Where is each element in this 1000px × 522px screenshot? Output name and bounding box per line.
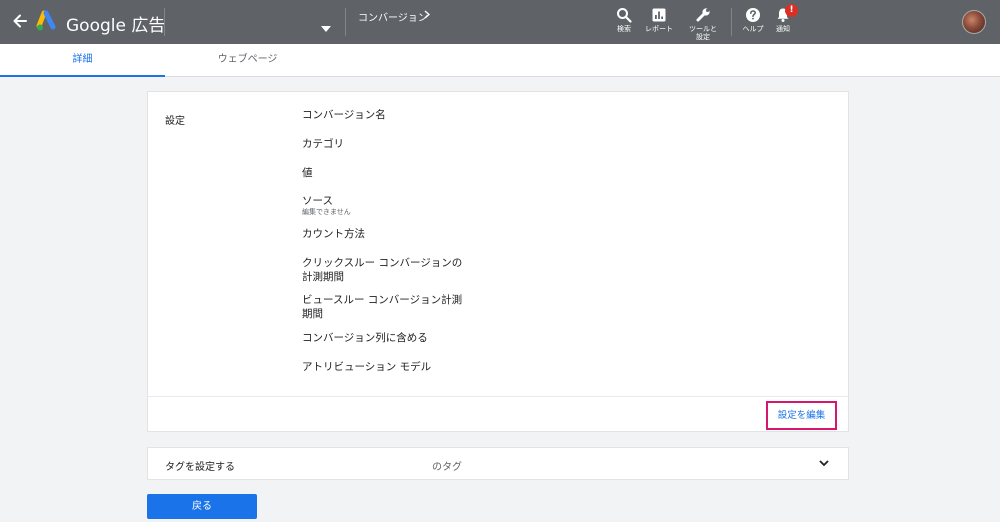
search-icon — [617, 8, 632, 23]
field-include-in-conversions: コンバージョン列に含める — [302, 331, 502, 345]
field-attribution-model: アトリビューション モデル — [302, 360, 502, 374]
report-label: レポート — [645, 25, 673, 33]
field-label: コンバージョン名 — [302, 109, 386, 121]
tab-webpage[interactable]: ウェブページ — [165, 44, 330, 77]
breadcrumb[interactable]: コンバージョン — [358, 9, 428, 24]
field-label: アトリビューション モデル — [302, 361, 432, 373]
report-button[interactable]: レポート — [637, 7, 681, 33]
back-button[interactable]: 戻る — [147, 494, 257, 519]
tools-label-line1: ツールと — [689, 25, 717, 33]
settings-card: 設定 コンバージョン名 カテゴリ 値 ソース 編集できません カウント方法 クリ… — [147, 91, 849, 432]
report-chart-icon — [652, 8, 666, 22]
chevron-down-icon[interactable] — [819, 460, 829, 467]
tools-label-line2: 設定 — [696, 33, 710, 41]
notifications-button[interactable]: ! 通知 — [761, 4, 805, 33]
field-label: ビュースルー コンバージョン計測期間 — [302, 294, 463, 320]
field-category: カテゴリ — [302, 137, 502, 151]
tag-setup-section[interactable]: タグを設定する のタグ — [147, 447, 849, 480]
divider — [164, 8, 165, 36]
field-label: 値 — [302, 167, 313, 179]
tab-bar: 詳細 ウェブページ — [0, 44, 1000, 77]
tag-setup-subtitle: のタグ — [432, 462, 462, 473]
account-dropdown-caret-icon[interactable] — [321, 26, 331, 32]
field-note: 編集できません — [302, 208, 351, 216]
google-ads-logo-icon[interactable] — [36, 10, 60, 32]
field-label: カテゴリ — [302, 138, 344, 150]
notification-badge: ! — [785, 4, 798, 17]
divider — [345, 8, 346, 36]
field-conversion-name: コンバージョン名 — [302, 108, 502, 122]
wrench-icon — [696, 8, 710, 22]
field-value: 値 — [302, 166, 502, 180]
field-label: カウント方法 — [302, 228, 365, 240]
settings-section-label: 設定 — [165, 116, 185, 127]
avatar[interactable] — [962, 10, 986, 34]
tab-details[interactable]: 詳細 — [0, 44, 165, 77]
brand-title[interactable]: Google 広告 — [66, 11, 165, 36]
notifications-label: 通知 — [776, 25, 790, 33]
field-label: クリックスルー コンバージョンの計測期間 — [302, 257, 463, 283]
tools-settings-button[interactable]: ツールと 設定 — [681, 7, 725, 41]
top-app-bar: Google 広告 コンバージョン 検索 レポート ツールと 設定 ヘルプ ! … — [0, 0, 1000, 44]
field-source: ソース 編集できません — [302, 194, 502, 217]
tag-setup-title: タグを設定する — [165, 462, 235, 473]
field-label: ソース — [302, 195, 333, 207]
card-divider — [148, 396, 848, 397]
field-label: コンバージョン列に含める — [302, 332, 428, 344]
field-count-method: カウント方法 — [302, 227, 502, 241]
breadcrumb-chevron-icon — [424, 10, 430, 19]
field-click-through-window: クリックスルー コンバージョンの計測期間 — [302, 256, 467, 284]
edit-settings-button[interactable]: 設定を編集 — [766, 401, 837, 430]
back-arrow-icon[interactable] — [10, 11, 30, 31]
help-icon — [746, 8, 760, 22]
field-view-through-window: ビュースルー コンバージョン計測期間 — [302, 293, 467, 321]
